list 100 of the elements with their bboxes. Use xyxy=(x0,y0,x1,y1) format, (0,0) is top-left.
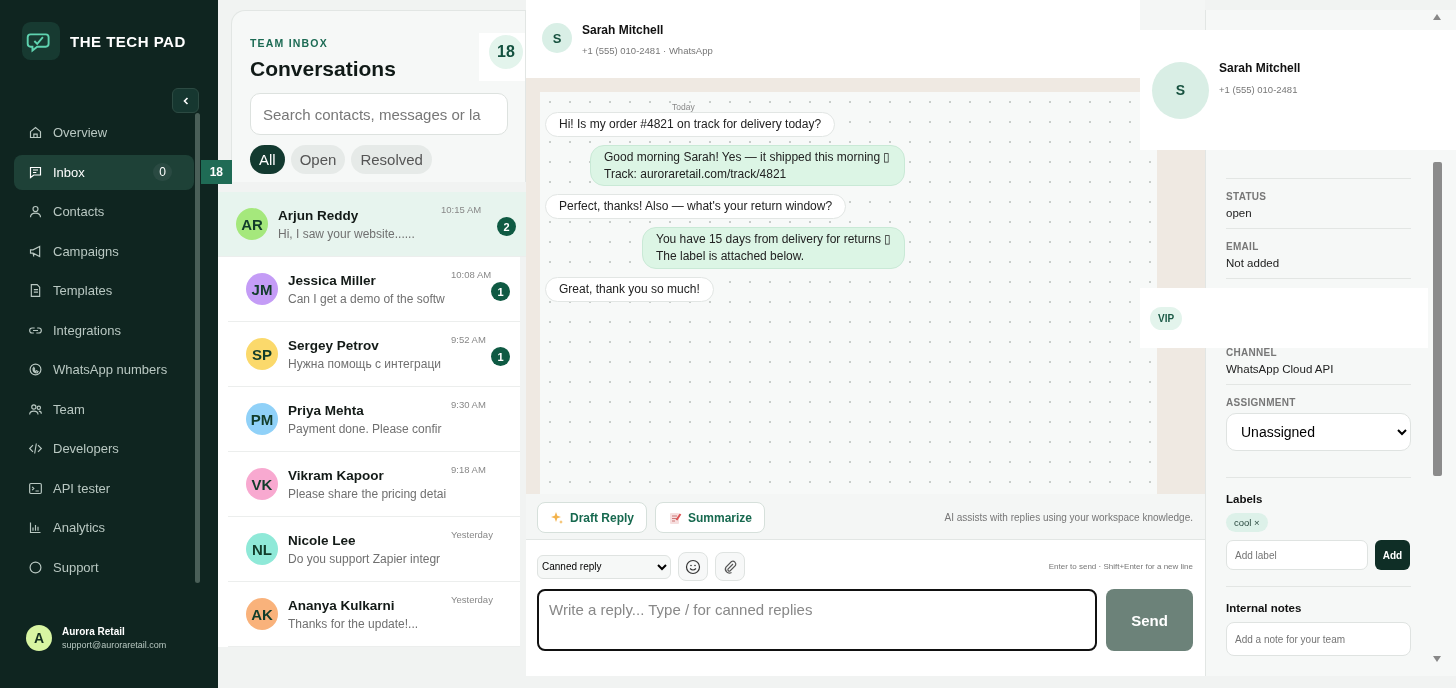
nav-item[interactable]: Analytics xyxy=(14,510,194,546)
team-icon xyxy=(28,401,43,417)
nav-item[interactable]: Team xyxy=(14,391,194,427)
message-time: 9:30 AM xyxy=(451,399,486,410)
ai-action-button[interactable]: Draft Reply xyxy=(537,502,647,533)
reply-field[interactable]: Write a reply... Type / for canned replies xyxy=(537,589,1097,651)
scroll-down-arrow-icon[interactable] xyxy=(1433,656,1441,662)
label-field[interactable]: Add label xyxy=(1226,540,1368,570)
conversation-item[interactable]: PM Priya Mehta Payment done. Please confir 9:30 AM xyxy=(228,387,520,452)
filter-chip[interactable]: Resolved xyxy=(351,145,432,174)
scrollbar[interactable] xyxy=(195,113,200,583)
message-preview: Thanks for the update!... xyxy=(288,616,420,631)
message-time: 10:15 AM xyxy=(441,204,482,215)
nav-item[interactable]: Support xyxy=(14,549,194,585)
contact-avatar: PM xyxy=(246,403,278,435)
contact-avatar: AR xyxy=(236,208,268,240)
contact-avatar: VK xyxy=(246,468,278,500)
unread-badge: 1 xyxy=(491,282,510,301)
nav-item[interactable]: Developers xyxy=(14,431,194,467)
ai-note: AI assists with replies using your workspace knowledge. xyxy=(944,512,1193,523)
filter-chip[interactable]: Open xyxy=(290,145,346,174)
field-value: open xyxy=(1226,207,1253,219)
outgoing-message: Good morning Sarah! Yes — it shipped this morning ▯ Track: auroraretail.com/track/4821 xyxy=(590,144,905,187)
conversation-item[interactable]: AR Arjun Reddy Hi, I saw your website...... 10:15 AM 2 xyxy=(218,192,526,257)
message-preview: Please share the pricing detai xyxy=(288,486,446,501)
count-badge: 18 xyxy=(200,160,232,185)
outgoing-message: You have 15 days from delivery for returns ▯ The label is attached below. xyxy=(642,227,906,269)
add-button[interactable]: Add xyxy=(1375,540,1410,570)
nav-item[interactable]: Overview xyxy=(14,115,194,151)
paperclip-icon xyxy=(722,558,738,575)
contact-subtitle: +1 (555) 010-2481 · WhatsApp xyxy=(582,45,713,56)
section-eyebrow: TEAM INBOX xyxy=(250,37,329,49)
conversation-item[interactable]: SP Sergey Petrov Нужна помощь с интеграци 9:52 AM 1 xyxy=(228,322,520,387)
emoji-button[interactable] xyxy=(678,552,708,581)
nav-item[interactable]: WhatsApp numbers xyxy=(14,352,194,388)
nav-item[interactable]: Inbox 0 xyxy=(14,154,194,190)
message-preview: Hi, I saw your website...... xyxy=(278,226,416,241)
section-title: Internal notes xyxy=(1226,602,1303,614)
filter-chip[interactable]: All xyxy=(250,145,285,174)
field-label: ASSIGNMENT xyxy=(1226,397,1297,408)
megaphone-icon xyxy=(28,243,43,259)
contact-phone: +1 (555) 010-2481 xyxy=(1219,83,1299,95)
chart-icon xyxy=(28,520,43,536)
chat-bubble-logo-icon xyxy=(22,22,60,60)
incoming-message: Hi! Is my order #4821 on track for delivery today? xyxy=(545,112,836,137)
nav-item[interactable]: API tester xyxy=(14,470,194,506)
message-preview: Can I get a demo of the softw xyxy=(288,291,446,306)
attach-button[interactable] xyxy=(715,552,745,581)
terminal-icon xyxy=(28,480,43,496)
message-preview: Payment done. Please confir xyxy=(288,421,443,436)
scroll-up-arrow-icon[interactable] xyxy=(1433,14,1441,20)
message-preview: Do you support Zapier integr xyxy=(288,551,442,566)
conversation-count: 18 xyxy=(489,35,523,69)
nav-item[interactable]: Contacts xyxy=(14,194,194,230)
search-field[interactable]: Search contacts, messages or la xyxy=(250,93,508,135)
contact-name: Sergey Petrov xyxy=(288,337,380,353)
canned-reply-select[interactable]: Canned reply xyxy=(537,554,671,579)
unread-badge: 1 xyxy=(491,347,510,366)
contact-name: Jessica Miller xyxy=(288,272,377,288)
contact-avatar: JM xyxy=(246,273,278,305)
contact-name: Ananya Kulkarni xyxy=(288,597,396,613)
unread-badge: 2 xyxy=(497,217,516,236)
message-time: 9:52 AM xyxy=(451,334,486,345)
contact-avatar: S xyxy=(542,23,572,53)
send-button[interactable]: Send xyxy=(1106,589,1193,651)
contact-name: Sarah Mitchell xyxy=(582,23,665,37)
notes-field[interactable]: Add a note for your team xyxy=(1226,622,1411,656)
field-label: CHANNEL xyxy=(1226,347,1278,358)
nav-item[interactable]: Campaigns xyxy=(14,233,194,269)
message-time: 9:18 AM xyxy=(451,464,486,475)
doc-icon xyxy=(28,283,43,299)
scroll-thumb[interactable] xyxy=(1432,162,1442,476)
conversation-item[interactable]: NL Nicole Lee Do you support Zapier integr Yesterday xyxy=(228,517,520,582)
contact-name: Vikram Kapoor xyxy=(288,467,385,483)
field-value: WhatsApp Cloud API xyxy=(1226,363,1335,375)
home-icon xyxy=(28,125,43,141)
conversation-item[interactable]: VK Vikram Kapoor Please share the pricing detai 9:18 AM xyxy=(228,452,520,517)
contact-name: Sarah Mitchell xyxy=(1219,60,1301,75)
contact-name: Arjun Reddy xyxy=(278,207,360,223)
contact-avatar: S xyxy=(1152,61,1209,119)
contact-name: Nicole Lee xyxy=(288,532,357,548)
contact-name: Priya Mehta xyxy=(288,402,365,418)
count-badge: 0 xyxy=(153,163,172,182)
keyboard-hint: Enter to send · Shift+Enter for a new line xyxy=(1048,562,1193,571)
message-time: Yesterday xyxy=(451,529,493,540)
collapse-button[interactable] xyxy=(172,88,199,113)
tag-chip: VIP xyxy=(1150,306,1183,330)
contact-avatar: NL xyxy=(246,533,278,565)
person-icon xyxy=(28,204,43,220)
smiley-icon xyxy=(685,558,701,575)
contact-avatar: SP xyxy=(246,338,278,370)
field-value: Not added xyxy=(1226,257,1281,269)
ai-action-button[interactable]: Summarize xyxy=(655,502,766,533)
field-label: EMAIL xyxy=(1226,241,1260,252)
conversation-item[interactable]: AK Ananya Kulkarni Thanks for the update!... Yesterday xyxy=(228,582,520,647)
label-chip[interactable]: cool × xyxy=(1226,513,1268,532)
assignment-select[interactable]: Unassigned xyxy=(1226,413,1411,451)
conversation-item[interactable]: JM Jessica Miller Can I get a demo of the softw 10:08 AM 1 xyxy=(228,257,520,322)
nav-item[interactable]: Integrations xyxy=(14,312,194,348)
nav-item[interactable]: Templates xyxy=(14,273,194,309)
